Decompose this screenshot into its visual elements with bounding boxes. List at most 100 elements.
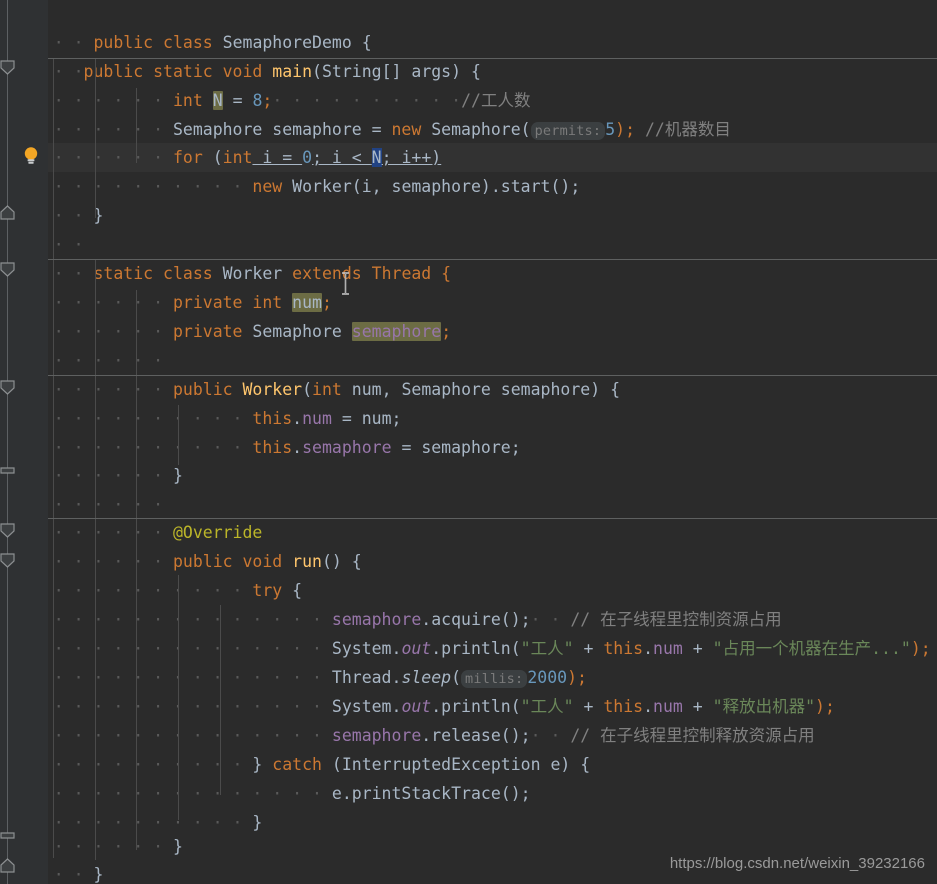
whitespace-dots: · · · · · · · · · · · · · · · ·	[14, 668, 332, 687]
token-keyword-this: this	[603, 697, 644, 716]
code-line[interactable]: · · · · · · · · · · · · this.num = num;	[0, 404, 937, 433]
code-line[interactable]: · · · · · · · · · · · · · · · · semaphor…	[0, 605, 937, 634]
whitespace-dots: · · · · · · · · · · · ·	[14, 438, 253, 457]
fold-arrow-icon[interactable]	[0, 60, 15, 75]
code-line[interactable]: · · · · static class Worker extends Thre…	[0, 259, 937, 288]
code-line[interactable]: · · · ·public static void main(String[] …	[0, 57, 937, 86]
gutter-spine-line	[7, 0, 8, 884]
code-text-area[interactable]: public class SemaphoreDemo { · · · · · ·…	[0, 0, 937, 884]
token-number: 8	[252, 91, 263, 110]
token-operator: +	[573, 697, 604, 716]
token-string: "占用一个机器在生产..."	[712, 639, 911, 658]
token-keyword-new: new	[391, 120, 422, 139]
token-field-highlighted: num	[292, 293, 322, 312]
token-dot: .	[292, 438, 303, 457]
code-line[interactable]: · · · · · · · · · · · · · · · · System.o…	[0, 634, 937, 663]
token-operator: +	[682, 639, 713, 658]
token-dot: .	[643, 697, 654, 716]
code-line[interactable]: public class SemaphoreDemo {	[0, 0, 937, 52]
code-line-blank[interactable]: · · · · · · · ·	[0, 490, 937, 519]
token-keyword-for: for	[172, 148, 203, 167]
token-operator: +	[573, 639, 604, 658]
fold-arrow-icon[interactable]	[0, 205, 15, 220]
method-separator	[48, 58, 937, 59]
code-line[interactable]: · · · · · · · · · · · · } catch (Interru…	[0, 750, 937, 779]
token-keyword-int: int	[222, 148, 253, 167]
fold-arrow-icon[interactable]	[0, 463, 15, 478]
token-number: 2000	[527, 668, 568, 687]
token-annotation: @Override	[172, 523, 263, 542]
code-line[interactable]: · · · · · · · · private int num;	[0, 288, 937, 317]
code-line[interactable]: · · · · · · · · public void run() {	[0, 547, 937, 576]
token-method-call: .println(	[431, 697, 521, 716]
token-semicolon: );	[615, 120, 636, 139]
code-line[interactable]: · · · · · · · · public Worker(int num, S…	[0, 375, 937, 404]
token-keyword-try: try	[252, 581, 283, 600]
token-selected-N: N	[371, 148, 382, 167]
token-constructor-name: Worker	[242, 380, 303, 399]
whitespace-dots: · ·	[530, 610, 571, 629]
code-line-current[interactable]: · · · · · · · · for (int i = 0; i < N; i…	[0, 143, 937, 172]
token-paren: () {	[321, 552, 362, 571]
code-line[interactable]: · · · · · · · · @Override	[0, 518, 937, 547]
fold-arrow-icon[interactable]	[0, 858, 15, 873]
code-line[interactable]: · · · · · · · · · · · · new Worker(i, se…	[0, 172, 937, 201]
token-field: num	[653, 639, 683, 658]
code-line[interactable]: · · · · · · · · · · · · · · · · semaphor…	[0, 721, 937, 750]
token-keyword-new: new	[252, 177, 283, 196]
token-keyword: public void	[172, 552, 293, 571]
token-semicolon: );	[815, 697, 835, 716]
code-line-blank[interactable]: · · · ·	[0, 230, 937, 259]
token-local-var: i =	[252, 148, 303, 167]
token-static-field: out	[401, 639, 432, 658]
param-hint-millis[interactable]: millis:	[461, 670, 528, 688]
fold-arrow-icon[interactable]	[0, 262, 15, 277]
token-brace: }	[172, 837, 183, 856]
code-line[interactable]: · · · · · · · · int N = 8;· · · · · · · …	[0, 86, 937, 115]
fold-arrow-icon[interactable]	[0, 553, 15, 568]
code-line[interactable]: · · · · · · · · · · · · try {	[0, 576, 937, 605]
code-line-blank[interactable]: · · · ·	[0, 28, 937, 57]
code-line[interactable]: · · · · · · · · Semaphore semaphore = ne…	[0, 115, 937, 144]
param-hint-permits[interactable]: permits:	[530, 122, 606, 140]
code-editor[interactable]: public class SemaphoreDemo { · · · · · ·…	[0, 0, 937, 884]
fold-arrow-icon[interactable]	[0, 828, 15, 843]
code-line-blank[interactable]: · · · · · · · ·	[0, 346, 937, 375]
code-line[interactable]: · · · · · · · · }	[0, 461, 937, 490]
code-line[interactable]: · · · · · · · · · · · · · · · · System.o…	[0, 692, 937, 721]
code-line[interactable]: · · · · · · · · · · · · · · · · Thread.s…	[0, 663, 937, 692]
token-comment: //机器数目	[644, 120, 731, 139]
token-number: 5	[605, 120, 616, 139]
token-type: Semaphore semaphore =	[172, 120, 392, 139]
code-line[interactable]: · · · · }	[0, 201, 937, 230]
editor-gutter[interactable]	[0, 0, 48, 884]
code-line[interactable]: · · · · · · · · private Semaphore semaph…	[0, 317, 937, 346]
token-keyword-this: this	[252, 409, 293, 428]
token-method-call: e.printStackTrace();	[331, 784, 531, 803]
fold-arrow-icon[interactable]	[0, 523, 15, 538]
code-line[interactable]: · · · · · · · · · · · · this.semaphore =…	[0, 433, 937, 462]
whitespace-dots: · · · · · · · · · · · · · · · ·	[14, 639, 332, 658]
token-brace: }	[93, 865, 104, 884]
token-local-var: ; i++)	[381, 148, 442, 167]
token-method-call: .acquire();	[421, 610, 531, 629]
token-params: num, Semaphore semaphore) {	[341, 380, 621, 399]
token-expression: = num;	[331, 409, 402, 428]
fold-arrow-icon[interactable]	[0, 380, 15, 395]
token-semicolon: ;	[262, 91, 273, 110]
token-class-ref: Thread.	[331, 668, 402, 687]
token-semicolon: ;	[441, 322, 452, 341]
token-type: Semaphore	[242, 322, 352, 341]
watermark-url: https://blog.csdn.net/weixin_39232166	[669, 855, 925, 872]
code-line[interactable]: · · · · · · · · · · · · · · · · e.printS…	[0, 779, 937, 808]
token-comment: //工人数	[461, 91, 531, 110]
token-field: num	[302, 409, 332, 428]
lightbulb-intention-icon[interactable]	[20, 145, 42, 167]
indent-guide	[136, 290, 137, 850]
whitespace-dots	[635, 120, 645, 139]
token-string: "释放出机器"	[712, 697, 816, 716]
token-semicolon: );	[910, 639, 931, 658]
token-params: (String[] args) {	[312, 62, 481, 81]
whitespace-dots: · · · · · · · · · · · · · · · ·	[14, 610, 332, 629]
token-keyword: private int	[172, 293, 293, 312]
